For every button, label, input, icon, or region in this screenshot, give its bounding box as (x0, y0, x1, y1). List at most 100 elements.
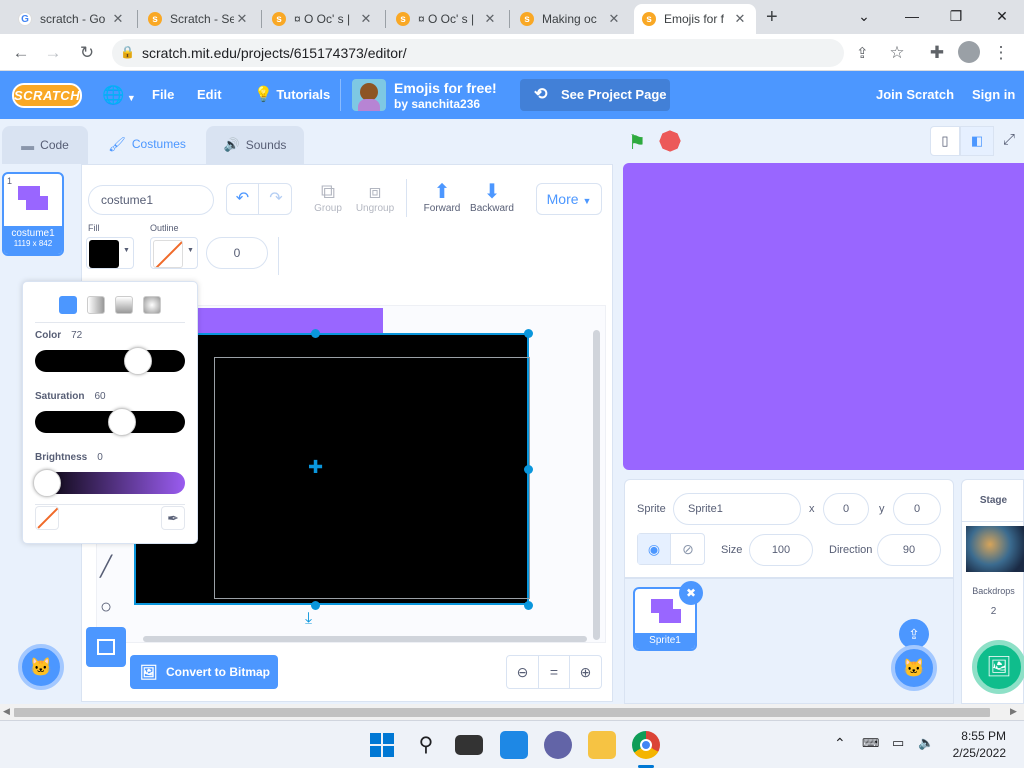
x-input[interactable]: 0 (823, 493, 869, 525)
close-window-icon[interactable]: ✕ (982, 4, 1022, 28)
direction-input[interactable]: 90 (877, 534, 941, 566)
resize-handle-bottom[interactable] (311, 601, 320, 610)
volume-icon[interactable]: 🔈 (918, 735, 934, 751)
group-button[interactable]: ⧉ Group (310, 181, 346, 214)
close-tab-icon[interactable]: ✕ (606, 11, 622, 27)
tab-search-icon[interactable]: ⌄ (844, 4, 884, 28)
resize-handle-top[interactable] (311, 329, 320, 338)
project-author[interactable]: by sanchita236 (394, 97, 480, 111)
file-explorer-icon[interactable] (588, 731, 616, 759)
resize-handle-bottom-right[interactable] (524, 601, 533, 610)
redo-icon[interactable]: ↷ (260, 184, 292, 214)
clock-date[interactable]: 2/25/2022 (944, 746, 1006, 760)
costume-name-input[interactable]: costume1 (88, 185, 214, 215)
more-menu-icon[interactable]: ⋮ (990, 42, 1012, 64)
forward-icon[interactable]: → (42, 42, 64, 64)
saturation-slider-knob[interactable] (108, 408, 136, 436)
tutorials-button[interactable]: 💡 Tutorials (254, 71, 330, 119)
circle-tool-icon[interactable]: ○ (92, 593, 120, 621)
search-icon[interactable]: ⚲ (412, 731, 440, 759)
back-icon[interactable]: ← (10, 42, 32, 64)
restore-icon[interactable]: ❐ (936, 4, 976, 28)
scroll-right-icon[interactable]: ▶ (1010, 706, 1017, 717)
share-icon[interactable]: ⇪ (856, 44, 869, 62)
backward-button[interactable]: ⬇ Backward (468, 181, 516, 214)
costume-tile[interactable]: 1 costume1 1119 x 842 (2, 172, 64, 256)
new-tab-icon[interactable]: + (766, 6, 778, 29)
tab-sounds[interactable]: 🔊 Sounds (206, 126, 304, 164)
more-button[interactable]: More ▼ (536, 183, 602, 215)
widgets-icon[interactable] (500, 731, 528, 759)
line-tool-icon[interactable]: ╱ (92, 553, 120, 581)
browser-tab[interactable]: s ¤ O Oc' s | ✕ (264, 4, 382, 34)
horizontal-gradient-option[interactable] (87, 296, 105, 314)
browser-tab[interactable]: s ¤ O Oc' s | ✕ (388, 4, 506, 34)
bookmark-star-icon[interactable]: ☆ (886, 42, 908, 64)
delete-sprite-icon[interactable]: ✖ (679, 581, 703, 605)
choose-backdrop-button[interactable]: 🖼 (972, 640, 1024, 694)
resize-handle-top-right[interactable] (524, 329, 533, 338)
brightness-slider-knob[interactable] (33, 469, 61, 497)
fill-color-button[interactable]: ▼ (86, 237, 134, 269)
undo-icon[interactable]: ↶ (227, 184, 259, 214)
page-hscrollbar[interactable]: ◀ ▶ (0, 704, 1024, 720)
scratch-logo[interactable]: SCRATCH (12, 83, 82, 108)
color-slider-knob[interactable] (124, 347, 152, 375)
start-icon[interactable] (368, 731, 396, 759)
chrome-icon[interactable] (632, 731, 660, 759)
outline-width-input[interactable]: 0 (206, 237, 268, 269)
edit-menu[interactable]: Edit (197, 71, 222, 119)
language-menu[interactable]: 🌐 ▼ (102, 71, 136, 119)
resize-handle-right[interactable] (524, 465, 533, 474)
url-field[interactable]: 🔒 scratch.mit.edu/projects/615174373/edi… (112, 39, 869, 67)
browser-tab-active[interactable]: s Emojis for f ✕ (634, 4, 756, 34)
zoom-in-icon[interactable]: ⊕ (570, 656, 601, 688)
normal-stage-icon[interactable]: ◧ (960, 126, 994, 156)
solid-fill-option[interactable] (59, 296, 77, 314)
vertical-gradient-option[interactable] (115, 296, 133, 314)
file-menu[interactable]: File (152, 71, 174, 119)
profile-avatar[interactable] (958, 41, 980, 63)
reload-icon[interactable]: ↻ (76, 42, 98, 64)
tab-costumes[interactable]: 🖌 Costumes (88, 124, 206, 164)
hide-eye-icon[interactable]: ⊘ (672, 534, 704, 564)
convert-to-bitmap-button[interactable]: 🖼 Convert to Bitmap (130, 655, 278, 689)
browser-tab[interactable]: G scratch - Go ✕ (10, 4, 134, 34)
rectangle-tool[interactable] (86, 627, 126, 667)
see-project-page-button[interactable]: ⟲ See Project Page (520, 79, 670, 111)
task-view-icon[interactable] (455, 735, 483, 755)
zoom-out-icon[interactable]: ⊖ (507, 656, 539, 688)
tab-code[interactable]: ▬ Code (2, 126, 88, 164)
network-icon[interactable]: ▭ (892, 735, 904, 751)
browser-tab[interactable]: s Making oc ✕ (512, 4, 630, 34)
close-tab-icon[interactable]: ✕ (732, 11, 748, 27)
small-stage-icon[interactable]: ▯ (930, 126, 960, 156)
author-avatar[interactable] (352, 79, 386, 111)
ungroup-button[interactable]: ⧈ Ungroup (354, 181, 396, 214)
minimize-icon[interactable]: — (892, 4, 932, 28)
teams-chat-icon[interactable] (544, 731, 572, 759)
radial-gradient-option[interactable] (143, 296, 161, 314)
stop-icon[interactable] (657, 128, 683, 154)
fullscreen-icon[interactable]: ⤢ (994, 126, 1024, 156)
close-tab-icon[interactable]: ✕ (234, 11, 250, 27)
choose-sprite-button[interactable]: 🐱 (891, 645, 937, 691)
browser-tab[interactable]: s Scratch - Se ✕ (140, 4, 258, 34)
color-slider[interactable] (35, 350, 185, 372)
scroll-left-icon[interactable]: ◀ (3, 706, 10, 717)
close-tab-icon[interactable]: ✕ (110, 11, 126, 27)
close-tab-icon[interactable]: ✕ (482, 11, 498, 27)
size-input[interactable]: 100 (749, 534, 813, 566)
sprite-name-input[interactable]: Sprite1 (673, 493, 801, 525)
sign-in-link[interactable]: Sign in (972, 71, 1015, 119)
zoom-reset-button[interactable]: = (539, 656, 570, 688)
extensions-icon[interactable]: ✚ (926, 42, 948, 64)
no-color-icon[interactable] (35, 506, 59, 530)
canvas-hscroll[interactable] (143, 636, 587, 642)
canvas-vscroll[interactable] (593, 330, 600, 640)
clock-time[interactable]: 8:55 PM (956, 729, 1006, 743)
forward-button[interactable]: ⬆ Forward (420, 181, 464, 214)
outline-color-button[interactable]: ▼ (150, 237, 198, 269)
stage-canvas[interactable] (623, 163, 1024, 470)
choose-costume-button[interactable]: 🐱 (18, 644, 64, 690)
